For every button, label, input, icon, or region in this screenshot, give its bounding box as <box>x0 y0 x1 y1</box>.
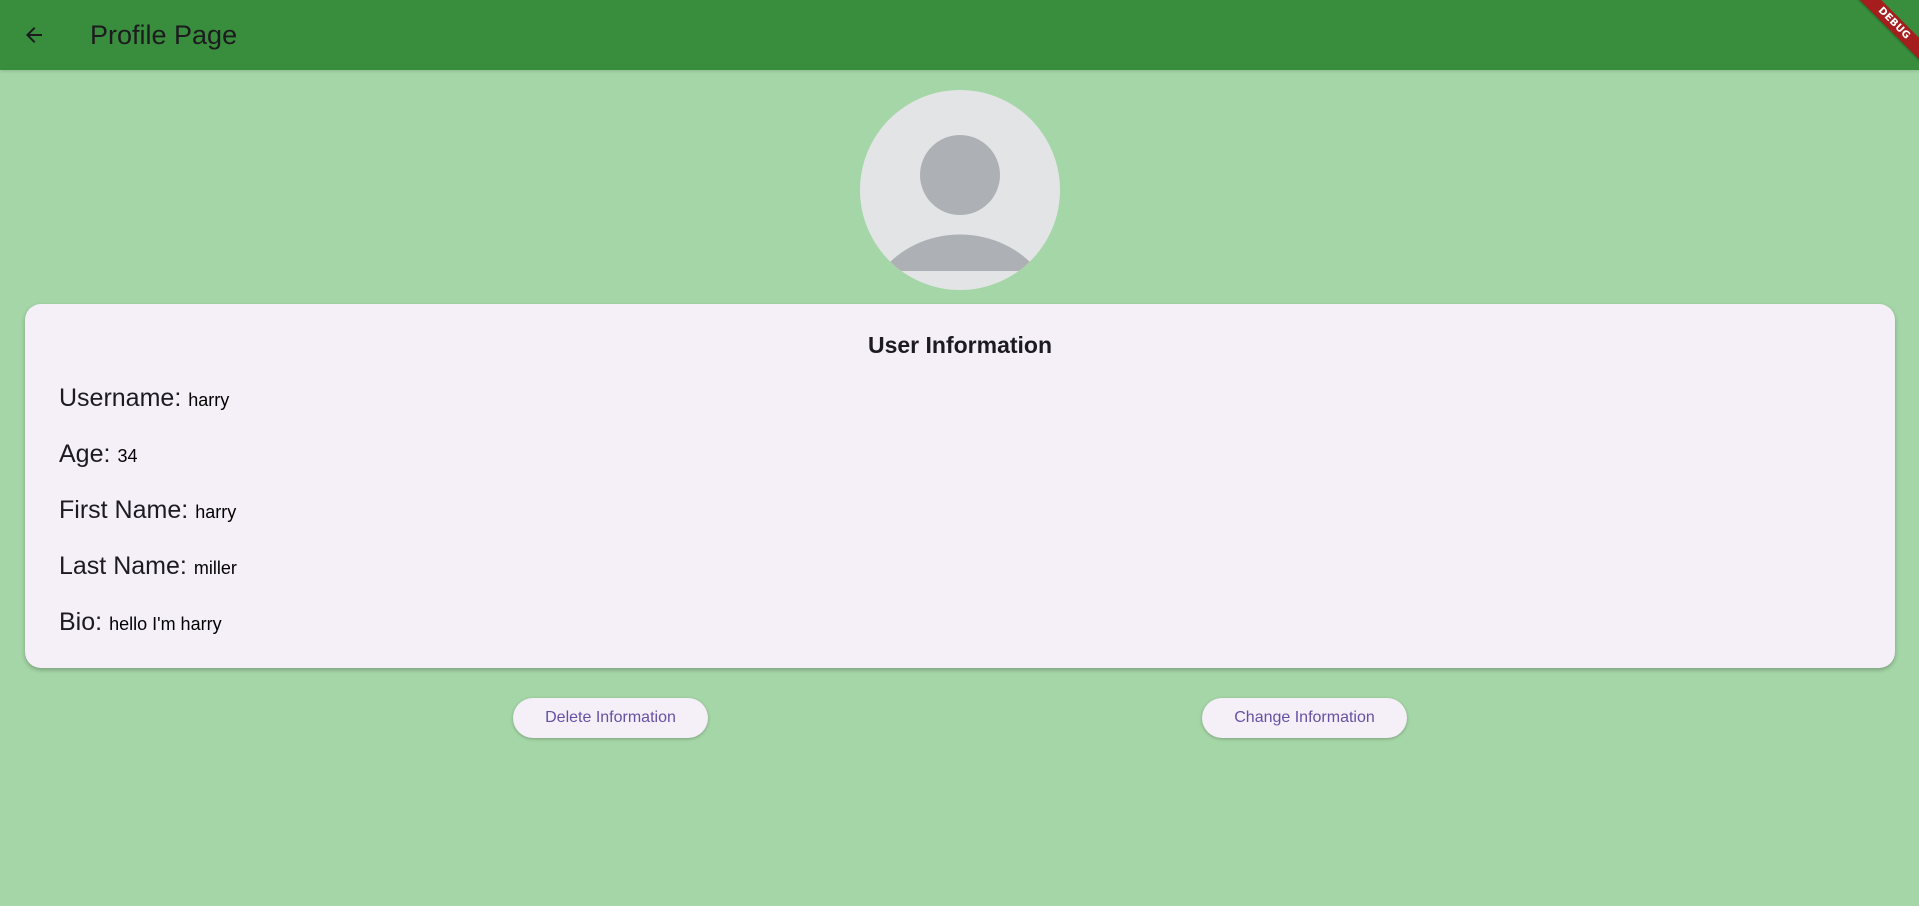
back-button[interactable] <box>14 15 54 55</box>
age-row: Age: 34 <box>59 440 137 469</box>
last-name-label: Last Name: <box>59 552 187 580</box>
first-name-value: harry <box>195 502 237 522</box>
bio-value: hello I'm harry <box>109 614 222 634</box>
bio-row: Bio: hello I'm harry <box>59 608 222 637</box>
user-information-card: User Information Username: harry Age: 34… <box>25 304 1895 668</box>
page-title: Profile Page <box>90 20 238 50</box>
username-label: Username: <box>59 384 182 412</box>
delete-information-button[interactable]: Delete Information <box>513 698 708 738</box>
card-title: User Information <box>867 332 1053 358</box>
first-name-label: First Name: <box>59 496 189 524</box>
avatar <box>860 90 1060 290</box>
last-name-row: Last Name: miller <box>59 552 237 581</box>
app-bar: Profile Page <box>0 0 1919 70</box>
first-name-row: First Name: harry <box>59 496 236 525</box>
username-value: harry <box>188 390 230 410</box>
bio-label: Bio: <box>59 608 103 636</box>
last-name-value: miller <box>193 558 237 578</box>
username-row: Username: harry <box>59 384 229 413</box>
age-label: Age: <box>59 440 111 468</box>
change-information-button[interactable]: Change Information <box>1202 698 1407 738</box>
person-placeholder-icon <box>882 135 1038 271</box>
arrow-back-icon <box>26 27 42 43</box>
age-value: 34 <box>117 446 138 466</box>
